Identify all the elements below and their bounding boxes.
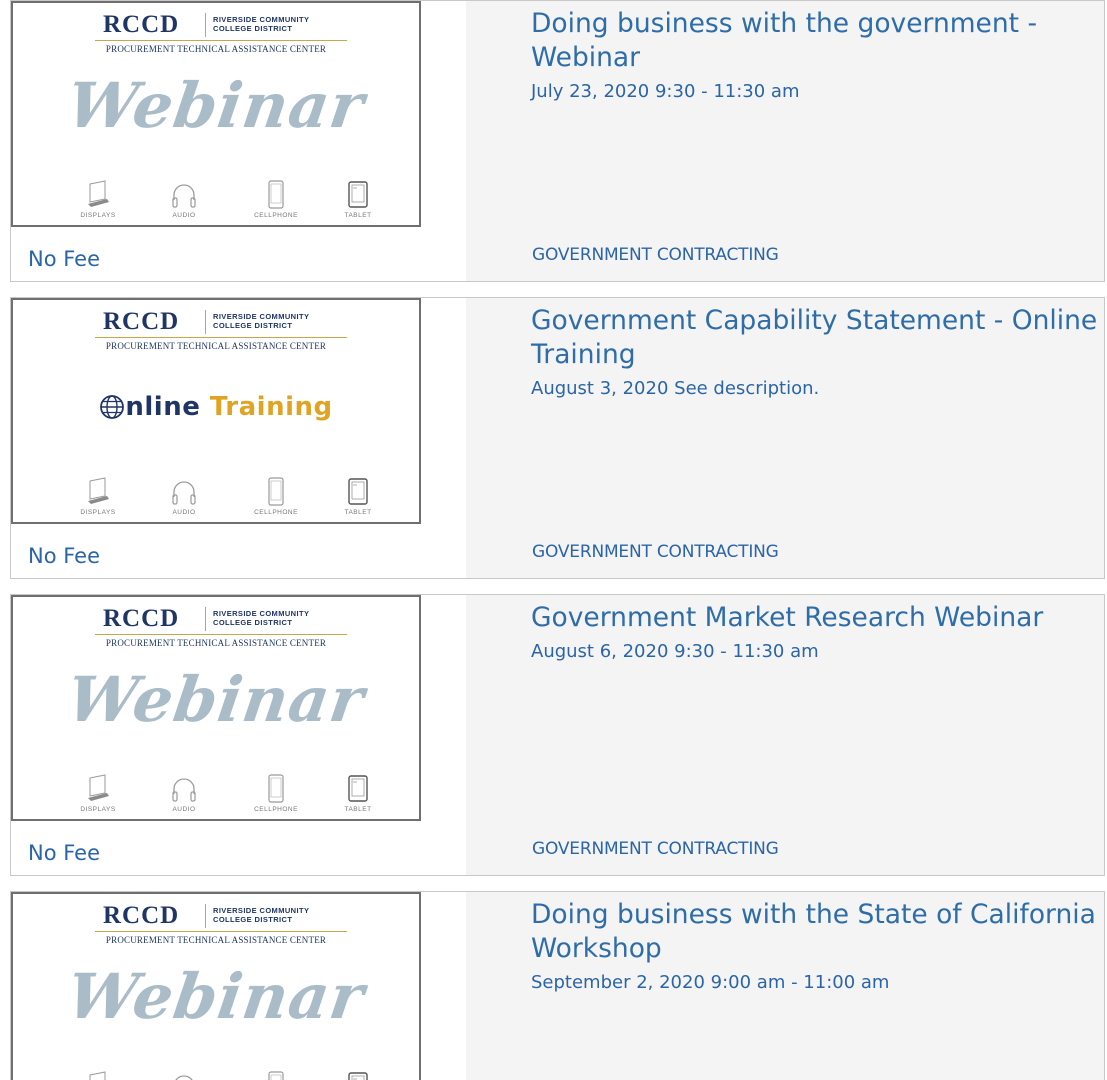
logo-district-name: RIVERSIDE COMMUNITY COLLEGE DISTRICT [213,312,310,330]
event-image-column: RCCD RIVERSIDE COMMUNITY COLLEGE DISTRIC… [11,1,466,281]
cellphone-icon: CELLPHONE [241,1071,311,1080]
device-label: AUDIO [172,806,196,813]
displays-icon: DISPLAYS [63,477,133,516]
device-label: TABLET [344,212,372,219]
logo-subtitle: PROCUREMENT TECHNICAL ASSISTANCE CENTER [105,935,327,945]
event-category-link[interactable]: GOVERNMENT CONTRACTING [532,542,779,562]
device-label: TABLET [344,806,372,813]
event-card: RCCD RIVERSIDE COMMUNITY COLLEGE DISTRIC… [10,297,1105,579]
audio-icon: AUDIO [149,774,219,813]
device-icons: DISPLAYS AUDIO CELLPHONE TABLET [63,765,379,813]
audio-icon: AUDIO [149,1071,219,1080]
logo-divider [205,13,206,37]
device-icons: DISPLAYS AUDIO CELLPHONE TABLET [63,468,379,516]
rccd-logo: RCCD RIVERSIDE COMMUNITY COLLEGE DISTRIC… [103,308,343,336]
event-info-panel: Government Capability Statement - Online… [466,298,1104,578]
webinar-banner-text: Webinar [62,960,370,1033]
logo-underline [95,634,347,635]
logo-district-name: RIVERSIDE COMMUNITY COLLEGE DISTRICT [213,906,310,924]
cellphone-icon: CELLPHONE [241,477,311,516]
event-title-link[interactable]: Government Market Research Webinar Augus… [531,601,1104,665]
logo-subtitle: PROCUREMENT TECHNICAL ASSISTANCE CENTER [105,341,327,351]
logo-underline [95,40,347,41]
logo-district-name: RIVERSIDE COMMUNITY COLLEGE DISTRICT [213,609,310,627]
device-icons: DISPLAYS AUDIO CELLPHONE TABLET [63,1062,379,1080]
webinar-banner-text: Webinar [62,663,370,736]
event-thumbnail[interactable]: RCCD RIVERSIDE COMMUNITY COLLEGE DISTRIC… [11,1,421,227]
rccd-logo: RCCD RIVERSIDE COMMUNITY COLLEGE DISTRIC… [103,605,343,633]
event-fee: No Fee [28,841,101,865]
event-fee: No Fee [28,247,101,271]
logo-abbr: RCCD [103,605,180,632]
event-fee: No Fee [28,544,101,568]
device-label: CELLPHONE [254,806,298,813]
logo-divider [205,904,206,928]
globe-icon [100,395,125,419]
event-image-column: RCCD RIVERSIDE COMMUNITY COLLEGE DISTRIC… [11,298,466,578]
tablet-icon: TABLET [323,477,393,516]
event-image-column: RCCD RIVERSIDE COMMUNITY COLLEGE DISTRIC… [11,892,466,1080]
event-category-link[interactable]: GOVERNMENT CONTRACTING [532,245,779,265]
logo-abbr: RCCD [103,902,180,929]
device-label: CELLPHONE [254,212,298,219]
event-title[interactable]: Doing business with the State of Califor… [531,899,1096,964]
logo-subtitle: PROCUREMENT TECHNICAL ASSISTANCE CENTER [105,638,327,648]
event-thumbnail[interactable]: RCCD RIVERSIDE COMMUNITY COLLEGE DISTRIC… [11,298,421,524]
event-thumbnail[interactable]: RCCD RIVERSIDE COMMUNITY COLLEGE DISTRIC… [11,595,421,821]
device-label: DISPLAYS [80,509,116,516]
logo-divider [205,310,206,334]
device-label: CELLPHONE [254,509,298,516]
logo-underline [95,337,347,338]
online-word: nline [125,392,201,422]
audio-icon: AUDIO [149,180,219,219]
event-title[interactable]: Doing business with the government - Web… [531,8,1037,73]
online-training-banner: nline Training [13,392,419,422]
cellphone-icon: CELLPHONE [241,180,311,219]
event-date: August 3, 2020 See description. [531,378,820,399]
event-title[interactable]: Government Capability Statement - Online… [531,305,1097,370]
webinar-banner-text: Webinar [62,69,370,142]
event-card: RCCD RIVERSIDE COMMUNITY COLLEGE DISTRIC… [10,0,1105,282]
logo-district-name: RIVERSIDE COMMUNITY COLLEGE DISTRICT [213,15,310,33]
tablet-icon: TABLET [323,1071,393,1080]
rccd-logo: RCCD RIVERSIDE COMMUNITY COLLEGE DISTRIC… [103,902,343,930]
event-info-panel: Doing business with the government - Web… [466,1,1104,281]
logo-divider [205,607,206,631]
device-label: AUDIO [172,212,196,219]
audio-icon: AUDIO [149,477,219,516]
device-label: AUDIO [172,509,196,516]
tablet-icon: TABLET [323,180,393,219]
event-title-link[interactable]: Doing business with the government - Web… [531,7,1104,105]
event-card: RCCD RIVERSIDE COMMUNITY COLLEGE DISTRIC… [10,891,1105,1080]
event-info-panel: Government Market Research Webinar Augus… [466,595,1104,875]
device-label: DISPLAYS [80,212,116,219]
event-date: August 6, 2020 9:30 - 11:30 am [531,641,819,662]
device-icons: DISPLAYS AUDIO CELLPHONE TABLET [63,171,379,219]
device-label: DISPLAYS [80,806,116,813]
displays-icon: DISPLAYS [63,180,133,219]
event-title-link[interactable]: Government Capability Statement - Online… [531,304,1104,402]
device-label: TABLET [344,509,372,516]
event-list: RCCD RIVERSIDE COMMUNITY COLLEGE DISTRIC… [0,0,1107,1080]
logo-subtitle: PROCUREMENT TECHNICAL ASSISTANCE CENTER [105,44,327,54]
event-thumbnail[interactable]: RCCD RIVERSIDE COMMUNITY COLLEGE DISTRIC… [11,892,421,1080]
training-word: Training [209,392,333,422]
event-info-panel: Doing business with the State of Califor… [466,892,1104,1080]
event-date: September 2, 2020 9:00 am - 11:00 am [531,972,890,993]
rccd-logo: RCCD RIVERSIDE COMMUNITY COLLEGE DISTRIC… [103,11,343,39]
displays-icon: DISPLAYS [63,1071,133,1080]
event-title-link[interactable]: Doing business with the State of Califor… [531,898,1104,996]
event-image-column: RCCD RIVERSIDE COMMUNITY COLLEGE DISTRIC… [11,595,466,875]
tablet-icon: TABLET [323,774,393,813]
logo-underline [95,931,347,932]
displays-icon: DISPLAYS [63,774,133,813]
event-title[interactable]: Government Market Research Webinar [531,602,1043,633]
event-card: RCCD RIVERSIDE COMMUNITY COLLEGE DISTRIC… [10,594,1105,876]
event-date: July 23, 2020 9:30 - 11:30 am [531,81,800,102]
logo-abbr: RCCD [103,11,180,38]
event-category-link[interactable]: GOVERNMENT CONTRACTING [532,839,779,859]
cellphone-icon: CELLPHONE [241,774,311,813]
logo-abbr: RCCD [103,308,180,335]
